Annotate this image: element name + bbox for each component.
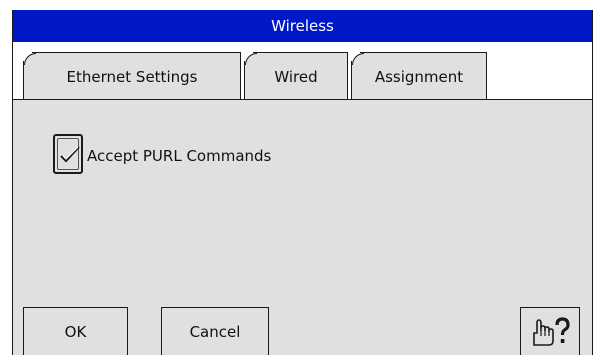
tab-wired[interactable]: Wired: [244, 52, 348, 100]
help-button[interactable]: [520, 307, 580, 355]
hand-pointer-question-icon: [533, 316, 570, 346]
tab-ethernet-settings-label: Ethernet Settings: [66, 67, 198, 86]
ok-button[interactable]: OK: [23, 307, 128, 355]
ok-button-label: OK: [64, 322, 87, 341]
title-bar: Wireless: [13, 10, 592, 42]
tab-ethernet-settings[interactable]: Ethernet Settings: [23, 52, 241, 100]
tab-assignment[interactable]: Assignment: [351, 52, 487, 100]
accept-purl-label: Accept PURL Commands: [87, 147, 272, 165]
cancel-button[interactable]: Cancel: [161, 307, 269, 355]
tab-baseline: [13, 99, 592, 100]
tab-assignment-label: Assignment: [374, 67, 464, 86]
wireless-dialog: Wireless Ethernet Settings Wired Assignm…: [12, 10, 593, 355]
checkmark-icon: [60, 146, 80, 163]
cancel-button-label: Cancel: [189, 322, 241, 341]
tab-strip: Ethernet Settings Wired Assignment: [13, 42, 592, 100]
accept-purl-checkbox[interactable]: [53, 134, 83, 174]
window-title: Wireless: [271, 17, 334, 35]
tab-wired-label: Wired: [274, 67, 318, 86]
